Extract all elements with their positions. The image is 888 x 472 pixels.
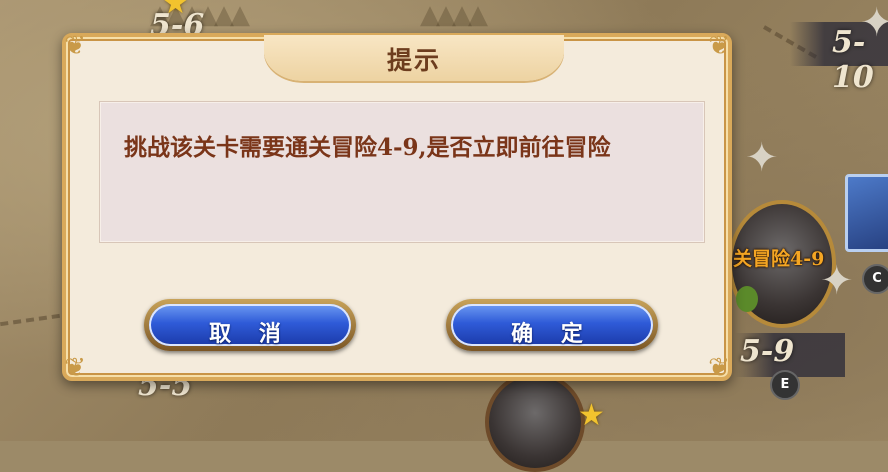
dialog-message: 挑战该关卡需要通关冒险4-9,是否立即前往冒险 [124, 134, 611, 161]
prompt-dialog: ❦ ❦ ❦ ❦ 提示 挑战该关卡需要通关冒险4-9,是否立即前往冒险 取 消 确… [62, 31, 732, 383]
corner-ornament-icon: ❦ [708, 31, 730, 61]
confirm-button-label: 确 定 [511, 321, 593, 347]
corner-ornament-icon: ❦ [708, 353, 730, 383]
confirm-button[interactable]: 确 定 [446, 299, 658, 351]
message-panel: 挑战该关卡需要通关冒险4-9,是否立即前往冒险 [99, 101, 705, 243]
dialog-title-tab: 提示 [264, 35, 564, 81]
modal-overlay: ❦ ❦ ❦ ❦ 提示 挑战该关卡需要通关冒险4-9,是否立即前往冒险 取 消 确… [0, 0, 888, 441]
cancel-button[interactable]: 取 消 [144, 299, 356, 351]
dialog-title: 提示 [386, 46, 441, 75]
confirm-button-face: 确 定 [451, 304, 653, 347]
cancel-button-face: 取 消 [149, 304, 351, 347]
corner-ornament-icon: ❦ [64, 31, 86, 61]
cancel-button-label: 取 消 [209, 321, 291, 347]
corner-ornament-icon: ❦ [64, 353, 86, 383]
